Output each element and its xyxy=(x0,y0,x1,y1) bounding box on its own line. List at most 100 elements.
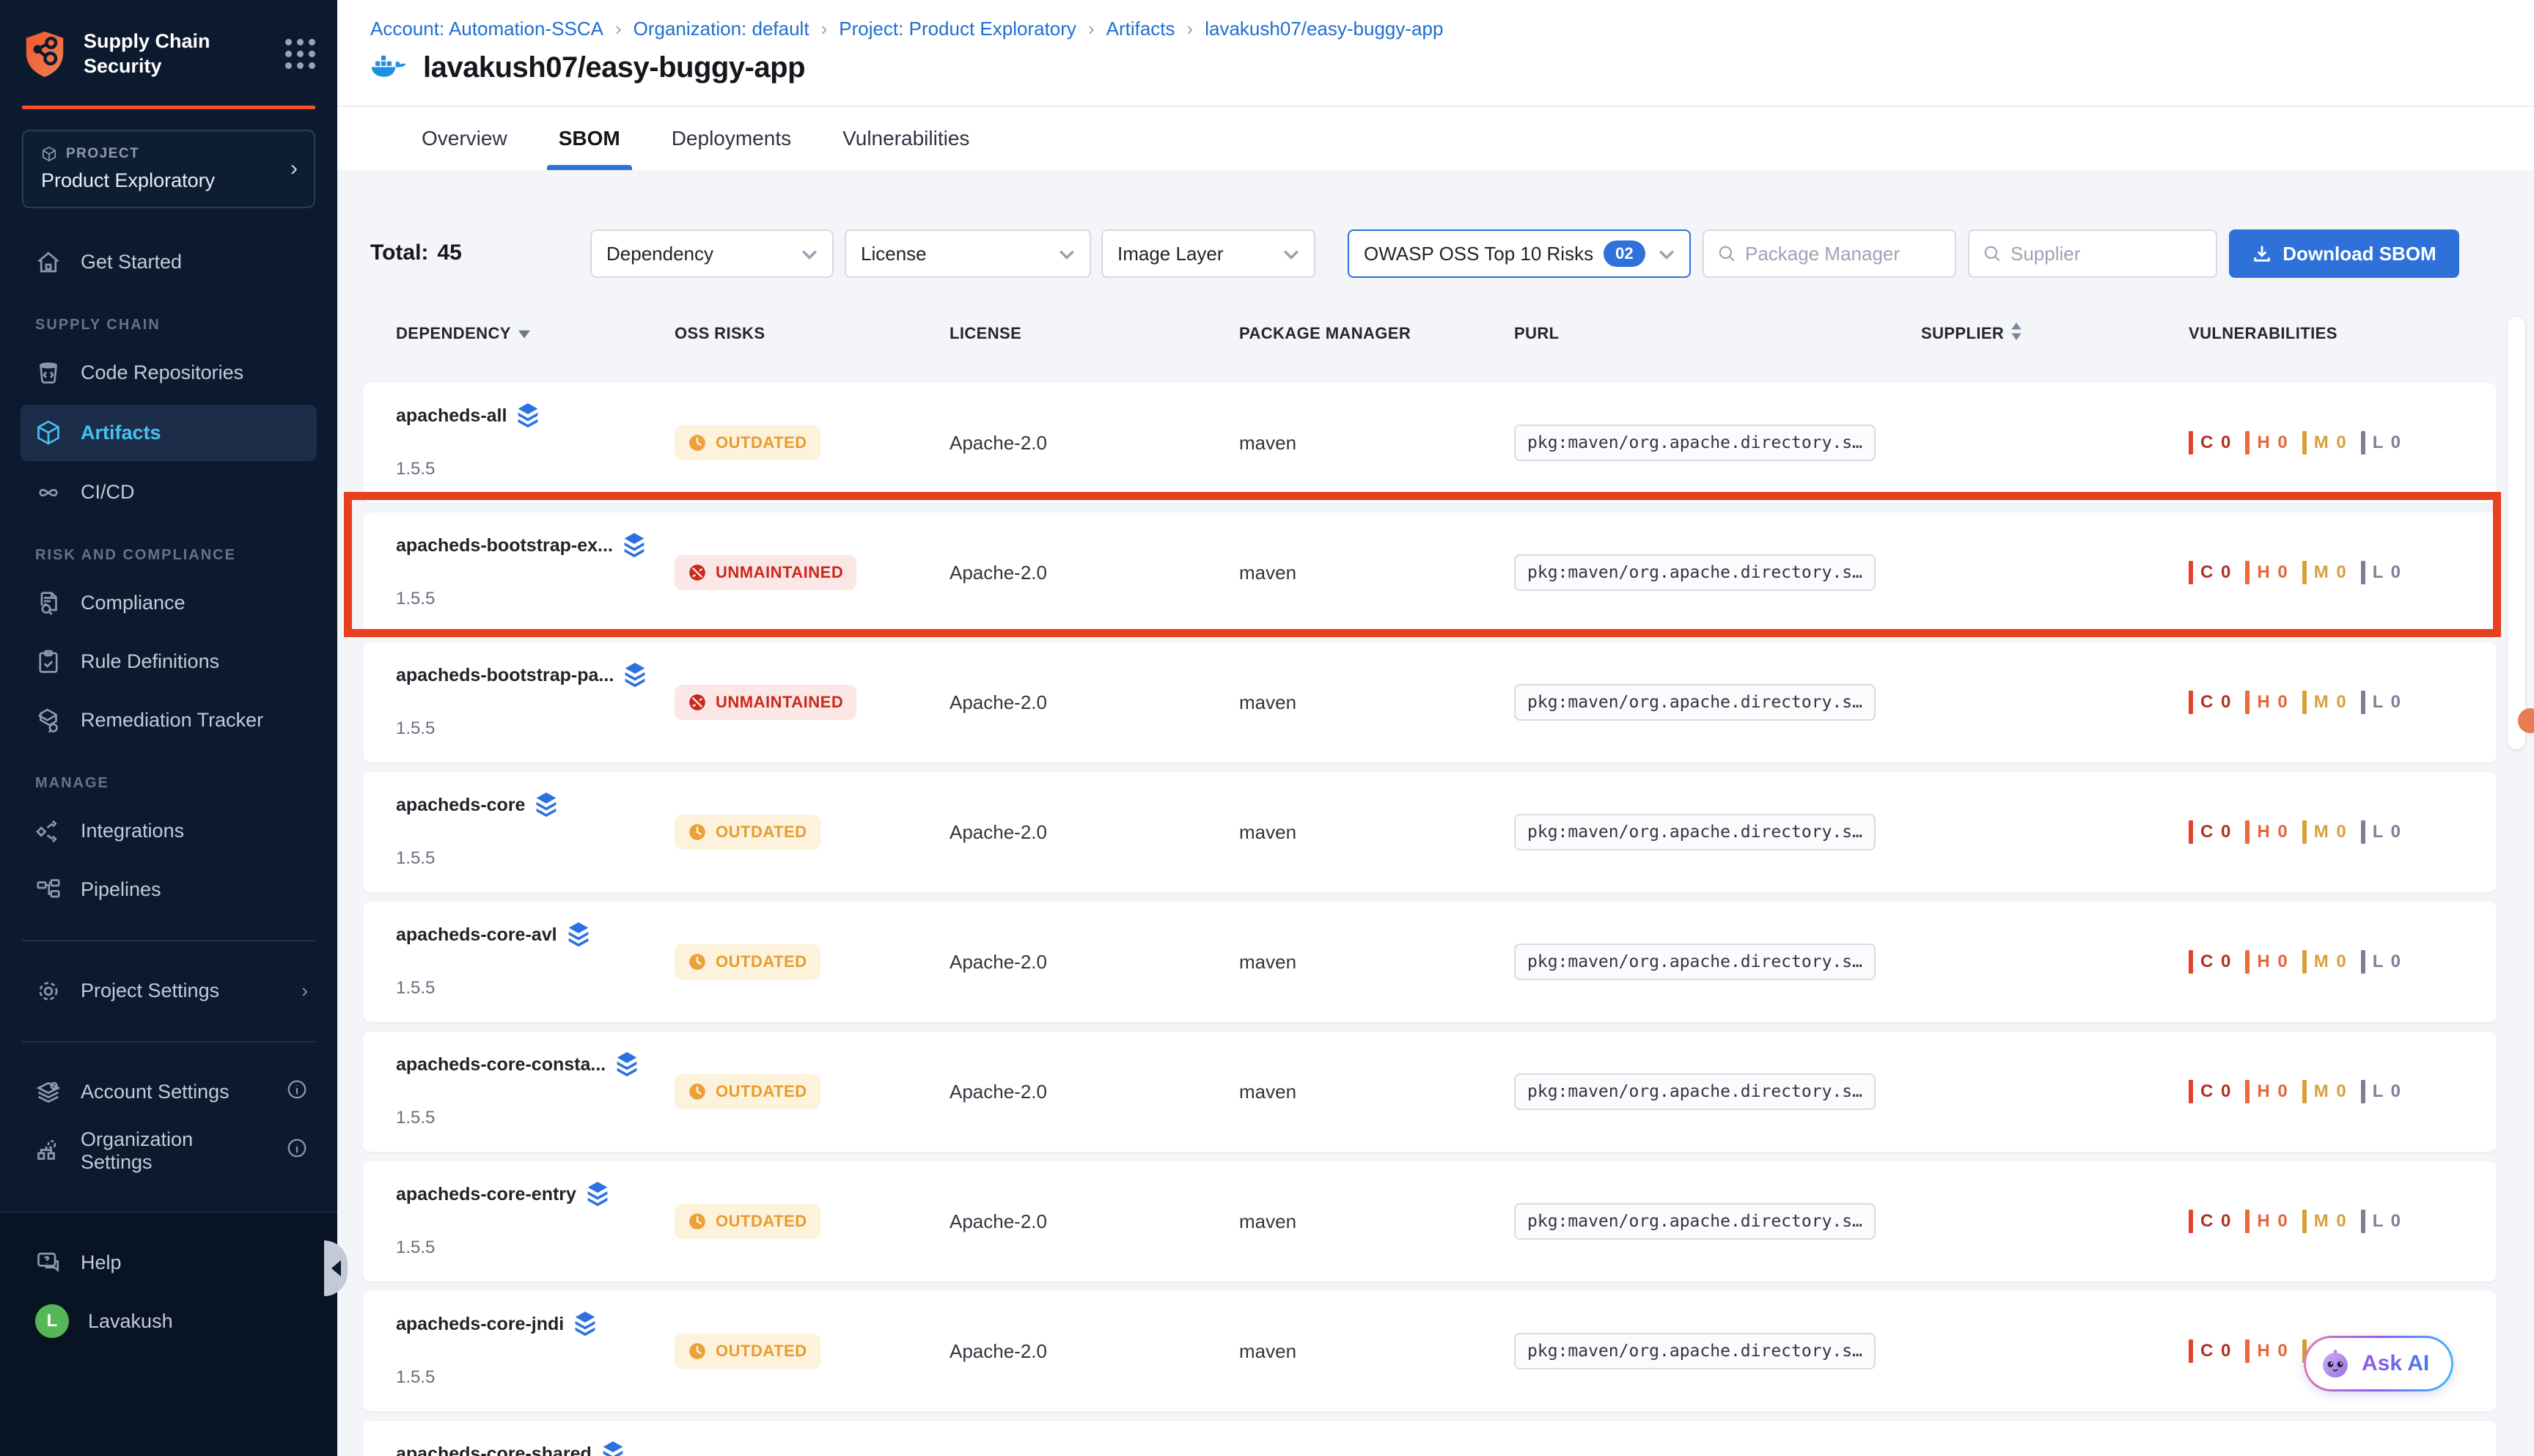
module-switcher-icon[interactable] xyxy=(285,39,315,69)
clock-icon xyxy=(688,952,707,971)
sidebar-item-integrations[interactable]: Integrations xyxy=(0,802,337,861)
search-icon xyxy=(1717,244,1736,263)
oss-risk-badge: OUTDATED xyxy=(675,1204,820,1239)
supplier-search-input[interactable] xyxy=(2010,243,2203,265)
purl-value[interactable]: pkg:maven/org.apache.directory.s… xyxy=(1514,944,1876,980)
table-row[interactable]: apacheds-core 1.5.5 OUTDATED xyxy=(363,772,2497,892)
tab-vulnerabilities[interactable]: Vulnerabilities xyxy=(842,107,969,170)
purl-value[interactable]: pkg:maven/org.apache.directory.s… xyxy=(1514,424,1876,461)
dependency-name: apacheds-core-jndi xyxy=(396,1314,564,1335)
chevron-down-icon xyxy=(801,243,818,265)
sidebar-item-remediation-tracker[interactable]: Remediation Tracker xyxy=(0,691,337,750)
supplier xyxy=(1921,1161,2189,1282)
package-manager: maven xyxy=(1239,1161,1514,1282)
purl-value[interactable]: pkg:maven/org.apache.directory.s… xyxy=(1514,1333,1876,1369)
high-count: H 0 xyxy=(2245,1080,2288,1103)
layers-icon xyxy=(517,403,539,428)
purl-value[interactable]: pkg:maven/org.apache.directory.s… xyxy=(1514,554,1876,591)
tab-deployments[interactable]: Deployments xyxy=(672,107,791,170)
oss-risk-badge: OUTDATED xyxy=(675,815,820,850)
table-row[interactable]: apacheds-core-consta... 1.5.5 OUTDATED xyxy=(363,1032,2497,1152)
purl-value[interactable]: pkg:maven/org.apache.directory.s… xyxy=(1514,1073,1876,1110)
sidebar-item-cicd[interactable]: CI/CD xyxy=(0,463,337,522)
tab-sbom[interactable]: SBOM xyxy=(559,107,620,170)
dependency-filter-dropdown[interactable]: Dependency xyxy=(590,229,834,278)
risk-label: OUTDATED xyxy=(716,1342,807,1361)
table-row[interactable]: apacheds-all 1.5.5 OUTDATED xyxy=(363,383,2497,503)
breadcrumb-current[interactable]: lavakush07/easy-buggy-app xyxy=(1205,18,1443,40)
clock-icon xyxy=(688,433,707,452)
sidebar-item-organization-settings[interactable]: Organization Settings xyxy=(0,1122,337,1180)
owasp-risks-filter-dropdown[interactable]: OWASP OSS Top 10 Risks 02 xyxy=(1348,229,1691,278)
low-count: L 0 xyxy=(2361,561,2402,584)
vulnerability-counts: C 0 H 0 M 0 L 0 xyxy=(2189,772,2464,892)
sidebar-item-code-repositories[interactable]: Code Repositories xyxy=(0,344,337,402)
scrollbar-thumb[interactable] xyxy=(2508,317,2525,749)
total-count: Total: 45 xyxy=(370,229,462,276)
table-row[interactable]: apacheds-bootstrap-pa... 1.5.5 UNMAINTAI… xyxy=(363,642,2497,762)
license-filter-dropdown[interactable]: License xyxy=(845,229,1091,278)
sidebar-item-account-settings[interactable]: Account Settings xyxy=(0,1063,337,1122)
owasp-selected-count-badge: 02 xyxy=(1604,240,1645,267)
table-row[interactable]: apacheds-core-entry 1.5.5 OUTDATED xyxy=(363,1161,2497,1282)
sidebar-item-rule-definitions[interactable]: Rule Definitions xyxy=(0,633,337,691)
project-selector[interactable]: PROJECT Product Exploratory › xyxy=(22,130,315,208)
ask-ai-button[interactable]: Ask AI xyxy=(2304,1336,2453,1391)
vulnerability-counts: C 0 H 0 M 0 L 0 xyxy=(2189,1161,2464,1282)
supplier xyxy=(1921,512,2189,633)
license: Apache-2.0 xyxy=(950,1032,1239,1152)
breadcrumb-organization[interactable]: Organization: default xyxy=(634,18,809,40)
breadcrumb-account[interactable]: Account: Automation-SSCA xyxy=(370,18,603,40)
low-count: L 0 xyxy=(2361,1210,2402,1233)
table-row[interactable]: apacheds-bootstrap-ex... 1.5.5 UNMAINTAI… xyxy=(363,512,2497,633)
purl-value[interactable]: pkg:maven/org.apache.directory.s… xyxy=(1514,1203,1876,1240)
column-header-dependency[interactable]: DEPENDENCY xyxy=(396,323,675,345)
tab-overview[interactable]: Overview xyxy=(422,107,507,170)
download-sbom-button[interactable]: Download SBOM xyxy=(2229,229,2459,278)
breadcrumb-separator-icon xyxy=(615,18,622,40)
package-manager-search-input[interactable] xyxy=(1745,243,1942,265)
sidebar-item-help[interactable]: Help xyxy=(0,1233,337,1292)
purl-value[interactable]: pkg:maven/org.apache.directory.s… xyxy=(1514,814,1876,850)
box-wrench-icon xyxy=(35,707,62,734)
risk-label: UNMAINTAINED xyxy=(716,693,843,712)
project-name: Product Exploratory xyxy=(41,169,296,192)
account-settings-icon xyxy=(35,1079,62,1106)
sidebar-divider xyxy=(22,1041,315,1043)
table-row[interactable]: apacheds-core-shared 1.5.5 OUTDATED xyxy=(363,1421,2497,1456)
download-icon xyxy=(2252,243,2272,264)
dependency-name: apacheds-core-shared xyxy=(396,1444,592,1456)
table-row[interactable]: apacheds-core-avl 1.5.5 OUTDATED xyxy=(363,902,2497,1022)
user-name: Lavakush xyxy=(88,1310,173,1333)
critical-count: C 0 xyxy=(2189,561,2232,584)
user-menu[interactable]: L Lavakush xyxy=(0,1292,337,1350)
low-count: L 0 xyxy=(2361,691,2402,714)
oss-risk-badge: UNMAINTAINED xyxy=(675,685,856,720)
breadcrumb-separator-icon xyxy=(1187,18,1194,40)
sidebar-item-get-started[interactable]: Get Started xyxy=(0,233,337,292)
high-count: H 0 xyxy=(2245,431,2288,455)
column-header-vulnerabilities: VULNERABILITIES xyxy=(2189,323,2464,345)
column-header-supplier[interactable]: SUPPLIER xyxy=(1921,323,2189,345)
dependency-version: 1.5.5 xyxy=(396,848,435,869)
layers-icon xyxy=(587,1182,609,1207)
breadcrumb-project[interactable]: Project: Product Exploratory xyxy=(839,18,1076,40)
image-layer-filter-dropdown[interactable]: Image Layer xyxy=(1101,229,1315,278)
sidebar-item-artifacts[interactable]: Artifacts xyxy=(21,405,317,461)
package-manager: maven xyxy=(1239,642,1514,762)
breadcrumb-artifacts[interactable]: Artifacts xyxy=(1106,18,1175,40)
sidebar-section-manage: MANAGE xyxy=(0,750,337,802)
package-manager: maven xyxy=(1239,772,1514,892)
low-count: L 0 xyxy=(2361,820,2402,844)
license: Apache-2.0 xyxy=(950,383,1239,503)
table-row[interactable]: apacheds-core-jndi 1.5.5 OUTDATED xyxy=(363,1291,2497,1411)
sidebar-item-pipelines[interactable]: Pipelines xyxy=(0,861,337,919)
sort-both-icon xyxy=(2011,323,2021,345)
sidebar-item-compliance[interactable]: Compliance xyxy=(0,574,337,633)
sidebar-item-project-settings[interactable]: Project Settings › xyxy=(0,962,337,1021)
package-manager: maven xyxy=(1239,1291,1514,1411)
purl-value[interactable]: pkg:maven/org.apache.directory.s… xyxy=(1514,684,1876,721)
license: Apache-2.0 xyxy=(950,772,1239,892)
toolbar: Total: 45 Dependency License Image Layer… xyxy=(337,170,2534,280)
oss-risk-badge: OUTDATED xyxy=(675,944,820,979)
